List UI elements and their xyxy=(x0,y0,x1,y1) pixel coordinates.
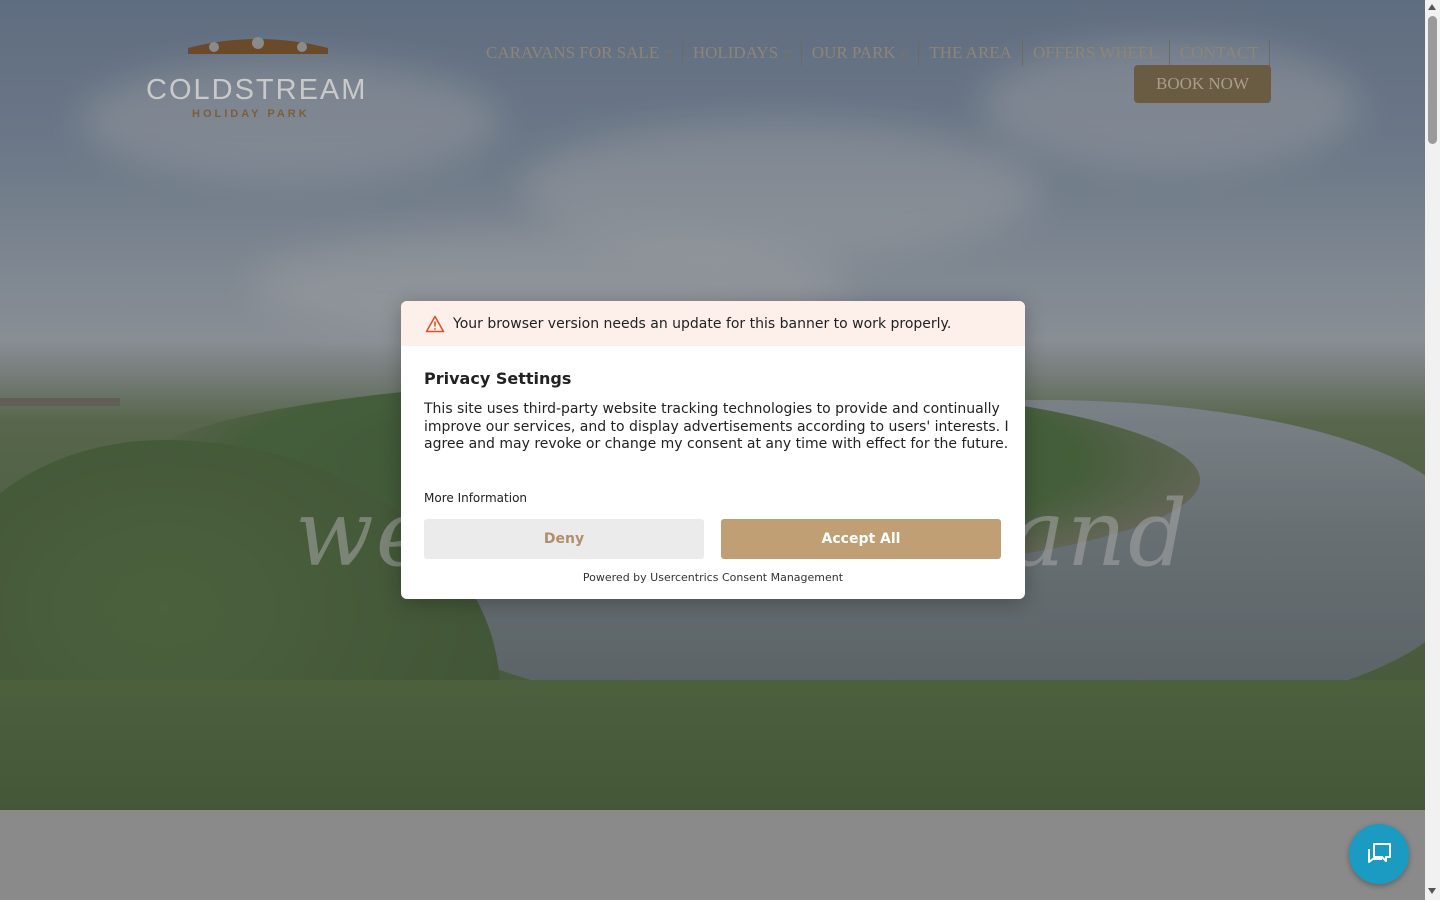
nav-item-caravans-for-sale[interactable]: CARAVANS FOR SALE ▯ xyxy=(476,40,683,66)
chevron-down-icon: ▯ xyxy=(665,47,672,61)
nav-item-label: OFFERS WHEEL xyxy=(1032,43,1159,62)
powered-by-text: Powered by Usercentrics Consent Manageme… xyxy=(582,571,844,584)
bridge-arches-logo-icon xyxy=(188,37,328,54)
nav-item-contact[interactable]: CONTACT xyxy=(1170,40,1270,66)
nav-item-label: CARAVANS FOR SALE xyxy=(486,43,660,62)
nav-item-label: CONTACT xyxy=(1179,43,1259,62)
accept-all-button[interactable]: Accept All xyxy=(721,519,1001,559)
nav-item-offers-wheel[interactable]: OFFERS WHEEL xyxy=(1023,40,1170,66)
nav-item-label: OUR PARK xyxy=(811,43,896,62)
privacy-consent-dialog: Your browser version needs an update for… xyxy=(401,301,1025,599)
warning-triangle-icon xyxy=(425,315,445,332)
deny-button[interactable]: Deny xyxy=(424,519,704,559)
chevron-down-icon: ▯ xyxy=(901,47,909,61)
chevron-down-icon: ▯ xyxy=(784,47,791,61)
chat-launcher-button[interactable] xyxy=(1349,824,1409,884)
browser-warning-banner: Your browser version needs an update for… xyxy=(401,301,1025,346)
page-scrollbar[interactable] xyxy=(1425,0,1440,900)
nav-item-holidays[interactable]: HOLIDAYS ▯ xyxy=(683,40,802,66)
scroll-down-arrow-icon[interactable] xyxy=(1428,888,1436,894)
nav-item-our-park[interactable]: OUR PARK ▯ xyxy=(802,40,920,66)
chat-bubbles-icon xyxy=(1368,843,1391,863)
scroll-up-arrow-icon[interactable] xyxy=(1428,4,1436,10)
nav-item-label: THE AREA xyxy=(929,43,1012,62)
main-navigation: CARAVANS FOR SALE ▯ HOLIDAYS ▯ OUR PARK ▯ T… xyxy=(476,40,1270,66)
site-logo[interactable]: COLDSTREAM HOLIDAY PARK xyxy=(146,30,370,122)
nav-item-the-area[interactable]: THE AREA xyxy=(919,40,1023,66)
dialog-title: Privacy Settings xyxy=(424,369,572,388)
more-information-link[interactable]: More Information xyxy=(424,491,527,505)
dialog-description: This site uses third-party website track… xyxy=(424,401,1009,452)
browser-warning-text: Your browser version needs an update for… xyxy=(453,315,952,332)
scrollbar-thumb[interactable] xyxy=(1428,16,1437,144)
logo-wordmark: COLDSTREAM xyxy=(146,74,368,106)
nav-item-label: HOLIDAYS xyxy=(692,43,779,62)
logo-subtitle: HOLIDAY PARK xyxy=(192,108,310,120)
page-section-below-hero xyxy=(0,810,1425,900)
book-now-button[interactable]: BOOK NOW xyxy=(1134,65,1271,103)
